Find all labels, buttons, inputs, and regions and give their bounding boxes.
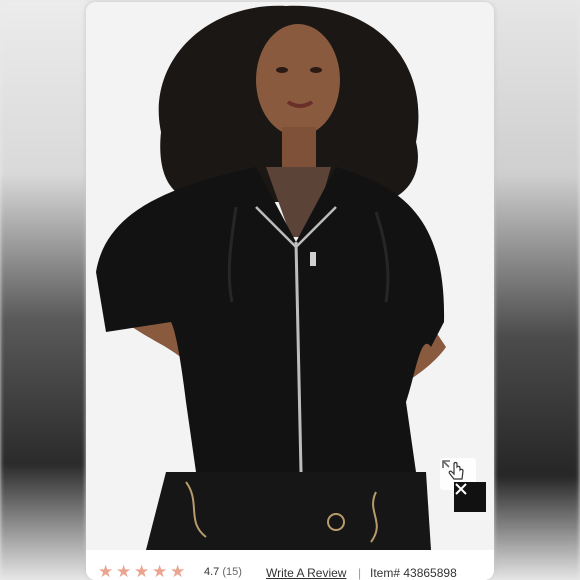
star-icon: ★ (170, 562, 186, 580)
blurred-background-right (494, 0, 580, 580)
star-icon: ★ (98, 562, 114, 580)
star-icon: ★ (152, 562, 168, 580)
product-info-bar: ★ ★ ★ ★ ★ 4.7 (15) Write A Review | Item… (86, 558, 494, 580)
item-number: Item# 43865898 (370, 566, 457, 580)
product-card: ★ ★ ★ ★ ★ 4.7 (15) Write A Review | Item… (86, 2, 494, 580)
rating-stars[interactable]: ★ ★ ★ ★ ★ (98, 562, 186, 580)
star-icon: ★ (134, 562, 150, 580)
write-review-link[interactable]: Write A Review (266, 566, 346, 580)
close-button[interactable] (454, 482, 486, 512)
rating-value: 4.7 (204, 566, 220, 578)
rating-count: (15) (222, 566, 242, 578)
rating-summary: 4.7 (15) (204, 566, 242, 578)
star-icon: ★ (116, 562, 132, 580)
separator: | (358, 566, 362, 580)
blurred-background-left (0, 0, 86, 580)
product-photo[interactable] (86, 2, 494, 550)
model-illustration (96, 5, 446, 550)
